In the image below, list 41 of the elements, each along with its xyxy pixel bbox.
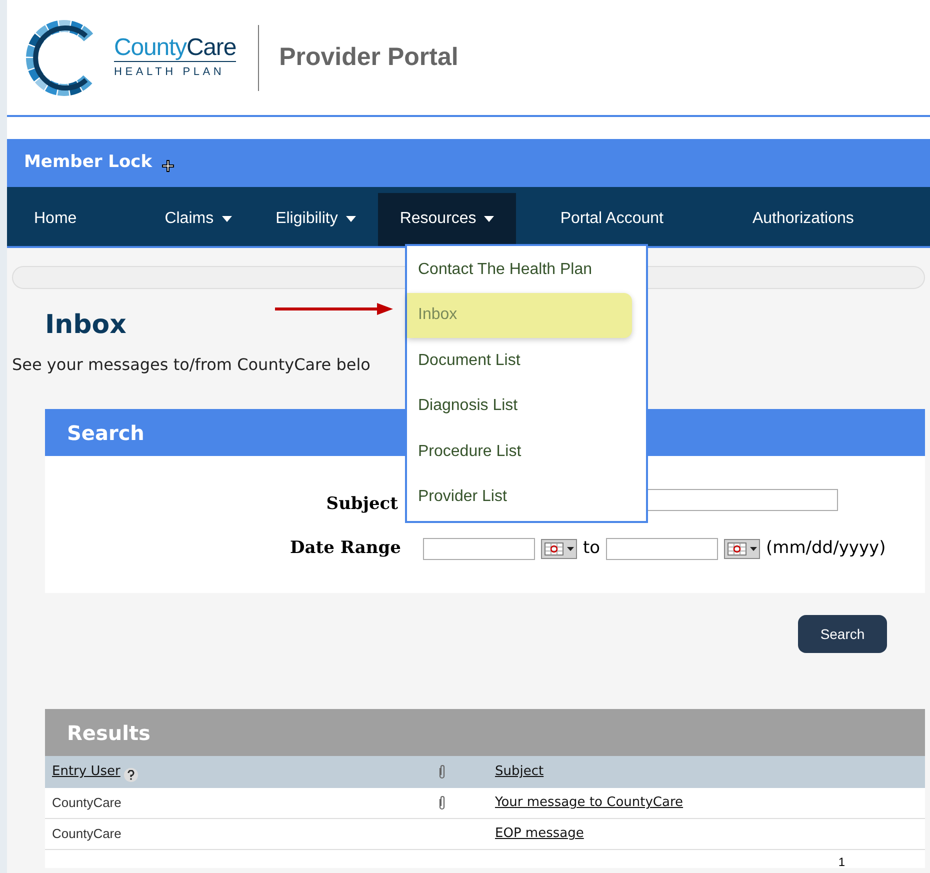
nav-tab[interactable]: Authorizations — [730, 192, 876, 246]
table-cell-text: CountyCare — [51, 825, 122, 844]
nav-tab[interactable]: Claims — [142, 192, 254, 246]
column-header-link[interactable]: Subject — [495, 762, 544, 782]
member-lock-label[interactable]: Member Lock — [24, 150, 152, 176]
page-title: Inbox — [45, 309, 126, 342]
date-format-hint: (mm/dd/yyyy) — [766, 537, 886, 560]
to-label: to — [582, 537, 600, 560]
search-title: Search — [67, 420, 144, 446]
message-subject-link[interactable]: EOP message — [495, 824, 584, 844]
table-cell-text: CountyCare — [51, 794, 122, 812]
dropdown-item[interactable]: Procedure List — [407, 429, 646, 474]
results-title: Results — [67, 720, 150, 746]
dropdown-item[interactable]: Provider List — [407, 474, 646, 520]
caret-icon — [346, 216, 356, 222]
date-range-label: Date Range — [290, 537, 401, 560]
cursor-icon — [162, 160, 174, 172]
nav-tab[interactable]: Eligibility — [254, 192, 378, 246]
dropdown-item[interactable]: Contact The Health Plan — [407, 247, 646, 292]
subject-label: Subject — [326, 493, 398, 516]
page-number[interactable]: 1 — [838, 856, 845, 868]
help-icon[interactable] — [124, 768, 138, 782]
logo-tagline: HEALTH PLAN — [114, 64, 226, 80]
paperclip-icon — [438, 764, 446, 780]
caret-icon — [222, 216, 232, 222]
nav-tab[interactable]: Portal Account — [538, 192, 686, 246]
nav-tab[interactable]: Home — [12, 192, 99, 246]
dropdown-item[interactable]: Diagnosis List — [407, 384, 646, 429]
column-header-link[interactable]: Entry User — [52, 762, 120, 782]
page-description: See your messages to/from CountyCare belo — [12, 354, 370, 376]
calendar-icon[interactable] — [724, 538, 760, 559]
calendar-icon[interactable] — [540, 538, 577, 559]
dropdown-item[interactable]: Document List — [407, 338, 646, 384]
end-date-field[interactable] — [606, 538, 718, 560]
message-subject-link[interactable]: Your message to CountyCare — [495, 793, 684, 813]
start-date-field[interactable] — [422, 538, 535, 560]
search-button[interactable]: Search — [798, 615, 887, 653]
nav-tab[interactable]: Resources — [378, 192, 516, 246]
portal-title: Provider Portal — [279, 42, 458, 73]
caret-icon — [484, 216, 494, 222]
logo-wordmark: CountyCare — [114, 34, 236, 62]
